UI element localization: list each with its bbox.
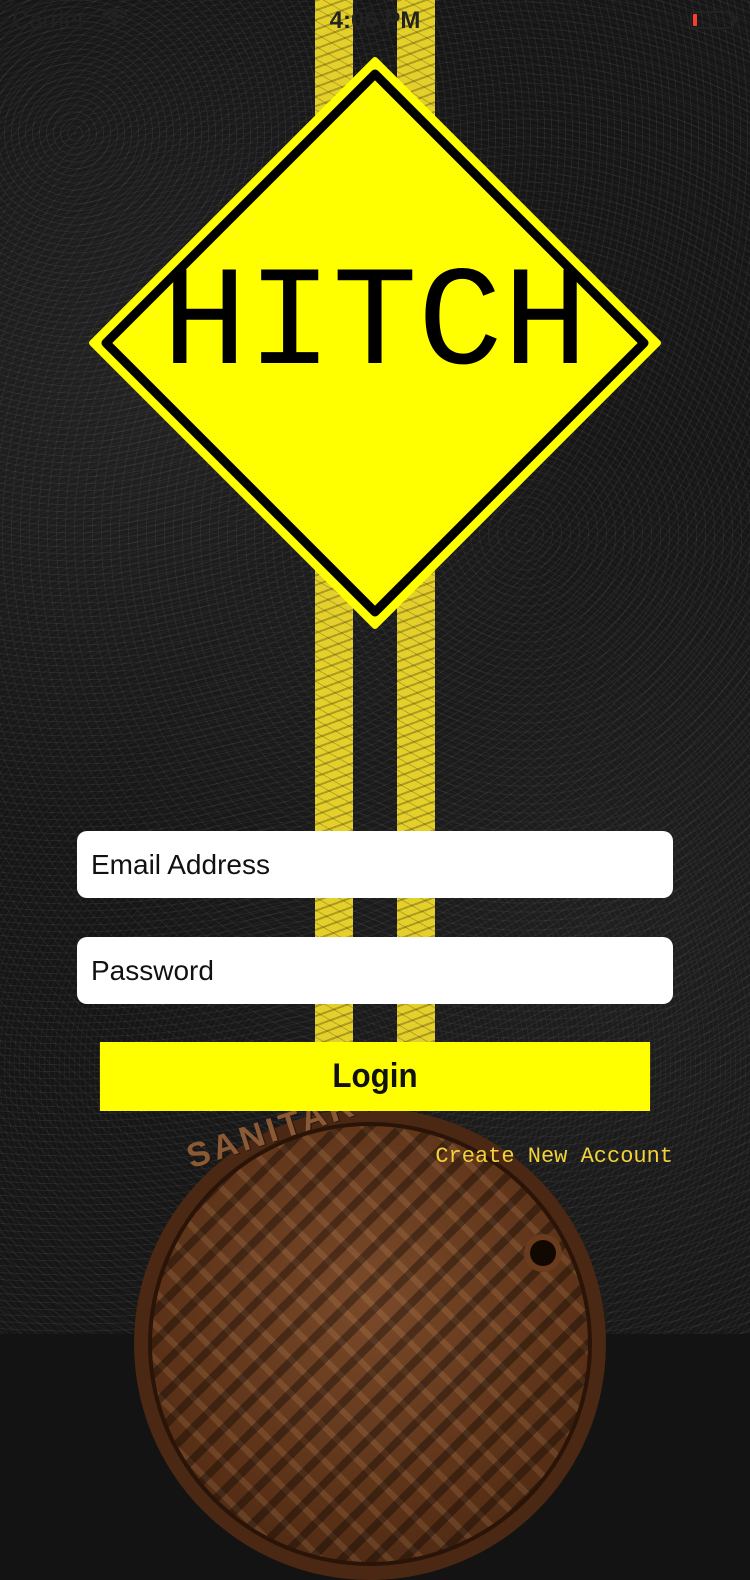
email-field[interactable] [77,831,673,898]
clock: 4:06 PM [329,7,421,34]
app-title: HITCH [161,245,589,406]
manhole-hole [530,1240,556,1266]
battery-icon [690,11,737,29]
login-button-label: Login [332,1057,418,1095]
password-field[interactable] [77,937,673,1004]
status-bar: Carrier 4:06 PM [0,0,750,40]
create-account-link[interactable]: Create New Account [435,1144,673,1169]
hitch-logo-sign: HITCH [88,56,662,630]
login-button[interactable]: Login [99,1042,651,1111]
manhole-cover-image: SANITARY [134,1077,606,1580]
